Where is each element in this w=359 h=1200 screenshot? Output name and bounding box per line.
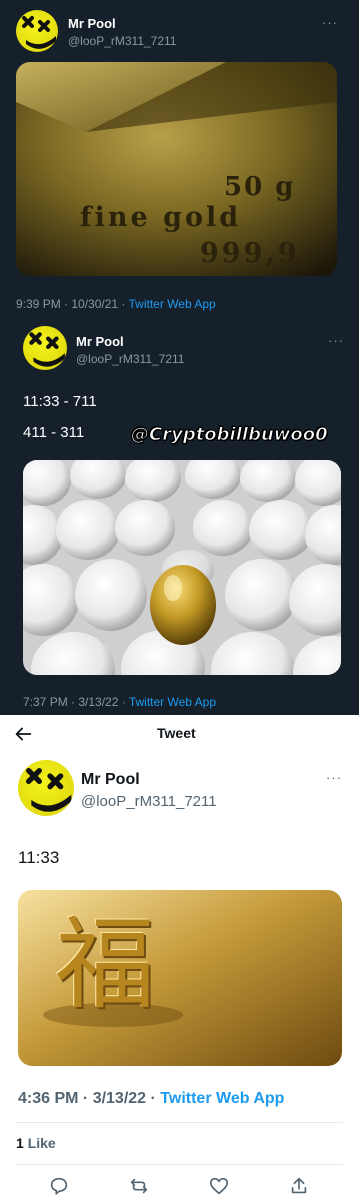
retweet-icon bbox=[130, 1178, 148, 1194]
reply-button[interactable] bbox=[48, 1175, 70, 1197]
tweet-detail-view: Tweet Mr Pool @looP_rM311_7211 ··· 11:33 bbox=[0, 715, 359, 1200]
tweet-text-line-2: 411 - 311 bbox=[23, 424, 85, 441]
tweet-text: 11:33 bbox=[18, 848, 60, 867]
tweet-timestamp[interactable]: 7:37 PM · 3/13/22 · Twitter Web App bbox=[23, 695, 216, 709]
user-handle[interactable]: @looP_rM311_7211 bbox=[76, 352, 184, 366]
tweet-text-line-1: 11:33 - 711 bbox=[23, 393, 97, 410]
divider bbox=[16, 1164, 343, 1165]
source-app-link[interactable]: Twitter Web App bbox=[129, 297, 216, 311]
eggs-photo bbox=[23, 460, 341, 675]
share-button[interactable] bbox=[288, 1175, 310, 1197]
more-options-icon[interactable]: ··· bbox=[322, 15, 338, 30]
retweet-button[interactable] bbox=[128, 1175, 150, 1197]
reply-icon bbox=[50, 1177, 68, 1195]
time-text: 4:36 PM · 3/13/22 · bbox=[18, 1090, 161, 1107]
avatar[interactable] bbox=[23, 326, 67, 370]
fortune-image[interactable]: 福 bbox=[18, 890, 342, 1066]
display-name[interactable]: Mr Pool bbox=[76, 334, 124, 349]
display-name[interactable]: Mr Pool bbox=[68, 16, 116, 31]
golden-egg-image[interactable] bbox=[23, 460, 341, 675]
header-title: Tweet bbox=[157, 725, 196, 741]
share-icon bbox=[291, 1177, 307, 1194]
source-app-link[interactable]: Twitter Web App bbox=[129, 695, 216, 709]
dead-face-icon bbox=[25, 768, 72, 812]
image-text-purity: 999,9 bbox=[200, 238, 300, 269]
tweet-timestamp[interactable]: 9:39 PM · 10/30/21 · Twitter Web App bbox=[16, 297, 216, 311]
tweet-timestamp[interactable]: 4:36 PM · 3/13/22 · Twitter Web App bbox=[18, 1090, 284, 1108]
arrow-left-icon bbox=[15, 727, 32, 741]
time-text: 9:39 PM · 10/30/21 · bbox=[16, 297, 129, 311]
image-text-weight: 50 g bbox=[224, 172, 296, 202]
image-text-fine-gold: fine gold bbox=[80, 202, 242, 233]
source-app-link[interactable]: Twitter Web App bbox=[160, 1090, 284, 1107]
likes-count[interactable]: 1 Like bbox=[16, 1135, 56, 1151]
likes-number: 1 bbox=[16, 1135, 24, 1151]
tweet-card-2: Mr Pool @looP_rM311_7211 ··· 11:33 - 711… bbox=[0, 318, 359, 715]
divider bbox=[16, 1122, 343, 1123]
avatar[interactable] bbox=[18, 760, 74, 816]
dead-face-icon bbox=[29, 332, 65, 367]
like-icon bbox=[209, 1177, 229, 1195]
user-handle[interactable]: @looP_rM311_7211 bbox=[81, 793, 217, 810]
dead-face-icon bbox=[22, 16, 56, 49]
tweet-card-1: Mr Pool @looP_rM311_7211 ··· 50 g fine g… bbox=[0, 0, 359, 318]
fortune-character: 福 bbox=[55, 906, 155, 1023]
gold-bar-image[interactable]: 50 g fine gold 999,9 bbox=[16, 62, 337, 276]
more-options-icon[interactable]: ··· bbox=[326, 770, 342, 785]
user-handle[interactable]: @looP_rM311_7211 bbox=[68, 34, 176, 48]
display-name[interactable]: Mr Pool bbox=[81, 771, 140, 789]
like-button[interactable] bbox=[208, 1175, 230, 1197]
likes-label: Like bbox=[27, 1135, 56, 1151]
more-options-icon[interactable]: ··· bbox=[328, 333, 344, 348]
back-button[interactable] bbox=[12, 723, 34, 745]
avatar[interactable] bbox=[16, 10, 58, 52]
watermark-text: @Cryptobillbuwoo0 bbox=[131, 424, 329, 446]
time-text: 7:37 PM · 3/13/22 · bbox=[23, 695, 129, 709]
